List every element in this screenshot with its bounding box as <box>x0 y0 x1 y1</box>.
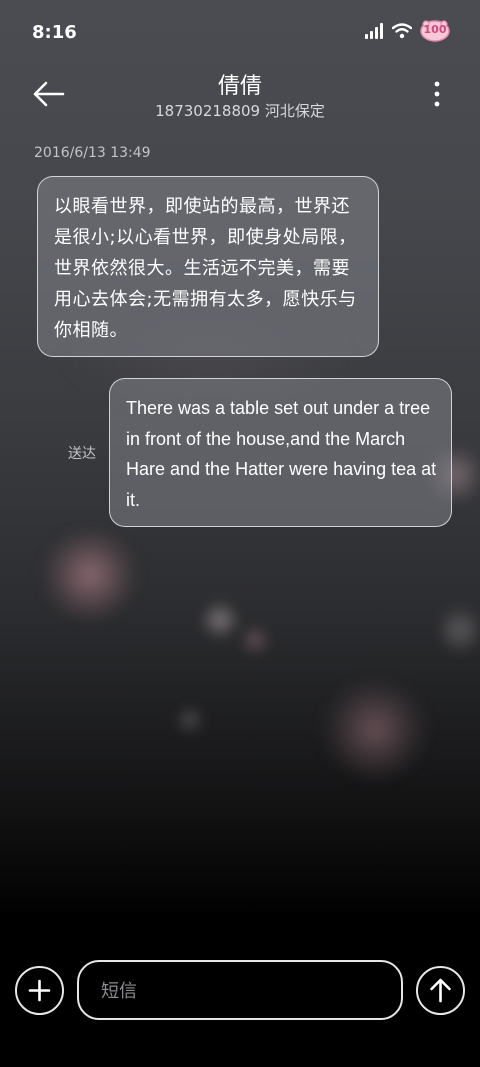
more-options-button[interactable] <box>432 80 442 108</box>
signal-icon <box>364 23 384 39</box>
incoming-message-bubble[interactable]: 以眼看世界，即使站的最高，世界还是很小;以心看世界，即使身处局限，世界依然很大。… <box>37 176 379 357</box>
message-timestamp: 2016/6/13 13:49 <box>34 145 151 161</box>
status-icons: 100 <box>364 20 452 42</box>
send-button[interactable] <box>416 966 465 1015</box>
battery-level: 100 <box>423 23 447 36</box>
status-bar: 8:16 100 <box>0 0 480 68</box>
message-input-placeholder: 短信 <box>101 981 137 1002</box>
status-time: 8:16 <box>32 22 77 43</box>
message-input[interactable]: 短信 <box>77 960 403 1020</box>
message-text: There was a table set out under a tree i… <box>126 398 437 510</box>
blurred-petal <box>240 625 270 655</box>
conversation-header: 倩倩 18730218809 河北保定 <box>0 64 480 134</box>
blurred-petal <box>440 600 480 660</box>
plus-icon <box>28 979 51 1002</box>
message-text: 以眼看世界，即使站的最高，世界还是很小;以心看世界，即使身处局限，世界依然很大。… <box>54 196 357 341</box>
arrow-up-icon <box>430 978 451 1003</box>
battery-icon: 100 <box>420 20 452 42</box>
blurred-petal <box>175 705 205 735</box>
blurred-flower <box>320 680 430 780</box>
outgoing-message-bubble[interactable]: There was a table set out under a tree i… <box>109 378 452 527</box>
add-attachment-button[interactable] <box>15 966 64 1015</box>
blurred-flower <box>40 530 140 620</box>
vertical-dots-icon <box>434 81 440 107</box>
wifi-icon <box>392 23 412 39</box>
composer-bar: 短信 <box>0 956 480 1026</box>
blurred-petal <box>200 600 240 640</box>
contact-name[interactable]: 倩倩 <box>0 68 480 100</box>
contact-subtitle: 18730218809 河北保定 <box>155 102 325 120</box>
delivery-status: 送达 <box>68 446 96 462</box>
